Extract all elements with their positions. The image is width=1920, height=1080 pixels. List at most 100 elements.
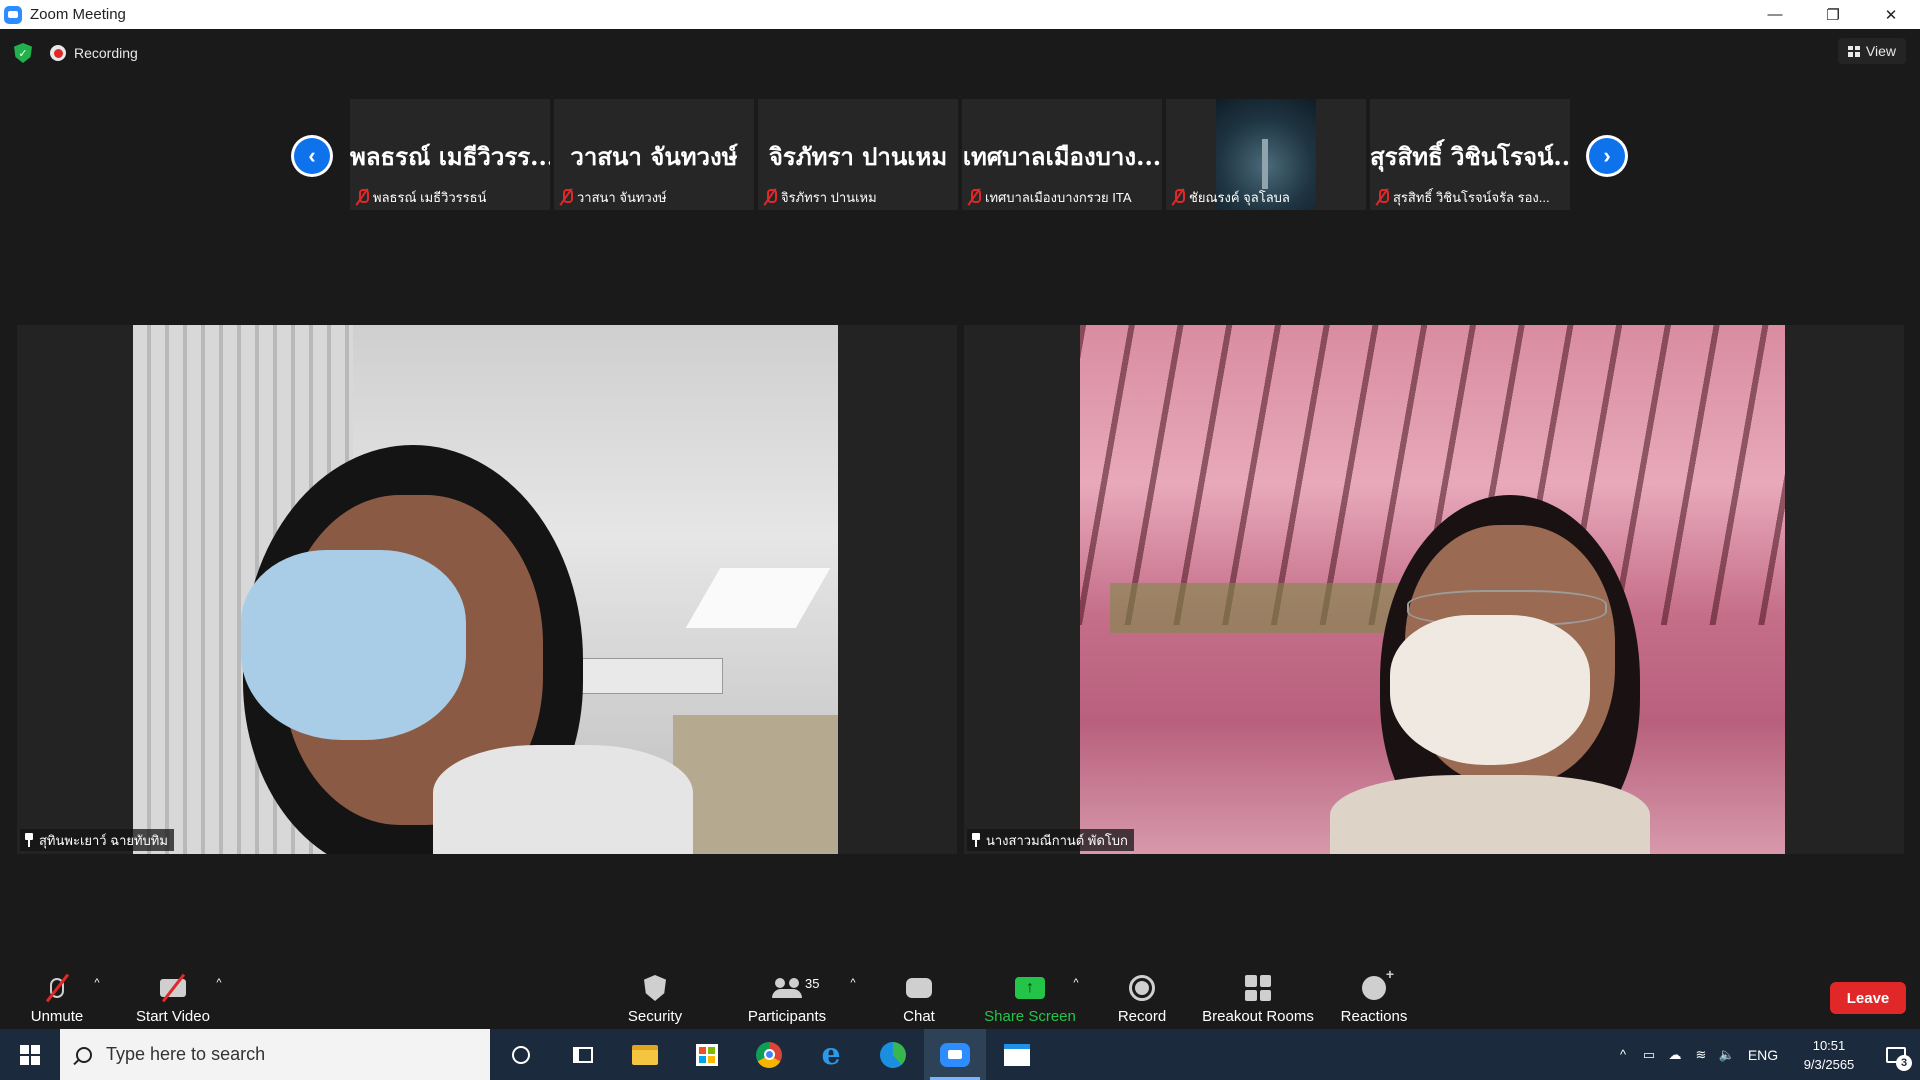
chat-button[interactable]: Chat (864, 972, 974, 1036)
shield-icon (635, 972, 675, 1004)
view-label: View (1865, 43, 1896, 59)
breakout-rooms-label: Breakout Rooms (1202, 1008, 1314, 1025)
thumbnail-caption: พลธรณ์ เมธีวิวรรธน์ (355, 187, 486, 207)
chrome-icon (756, 1041, 782, 1068)
participant-thumbnail[interactable]: พลธรณ์ เมธีวิวรร... พลธรณ์ เมธีวิวรรธน์ (350, 99, 550, 210)
restore-button[interactable]: ❐ (1804, 0, 1862, 29)
view-button[interactable]: View (1837, 38, 1906, 64)
store-icon (696, 1043, 718, 1066)
cortana-circle-icon (512, 1045, 530, 1064)
strip-next-button[interactable]: › (1586, 135, 1628, 177)
windows-logo-icon (20, 1044, 40, 1065)
close-button[interactable]: ✕ (1862, 0, 1920, 29)
thumbnail-caption: วาสนา จันทวงษ์ (559, 187, 667, 207)
edge-button[interactable] (862, 1029, 924, 1080)
start-video-label: Start Video (136, 1008, 210, 1025)
encryption-shield-icon[interactable]: ✓ (14, 43, 32, 63)
participant-thumbnail[interactable]: วาสนา จันทวงษ์ วาสนา จันทวงษ์ (554, 99, 754, 210)
breakout-rooms-button[interactable]: Breakout Rooms (1196, 972, 1320, 1036)
taskbar-search-input[interactable] (106, 1044, 446, 1065)
participant-name-label: นางสาวมณีกานต์ พัดโบก (967, 829, 1134, 851)
thumbnail-display-name: จิรภัทรา ปานเหม (768, 142, 948, 171)
wifi-icon[interactable]: ≋ (1688, 1047, 1714, 1063)
battery-icon[interactable]: ▭ (1636, 1047, 1662, 1063)
participants-icon: 35 (767, 972, 819, 1004)
audio-options-caret[interactable]: ^ (90, 977, 104, 989)
thumbnail-caption: ชัยณรงค์ จุลโลบล (1171, 187, 1290, 207)
mic-muted-icon (763, 189, 777, 205)
clock-date: 9/3/2565 (1803, 1056, 1855, 1072)
participant-thumbnail[interactable]: สุรสิทธิ์ วิชินโรจน์... สุรสิทธิ์ วิชินโ… (1370, 99, 1570, 210)
chevron-right-icon: › (1589, 138, 1625, 174)
system-tray: ^ ▭ ☁ ≋ 🔈 ENG 10:51 9/3/2565 3 (1610, 1029, 1920, 1080)
title-bar: Zoom Meeting — ❐ ✕ (0, 0, 1920, 29)
cortana-button[interactable] (490, 1029, 552, 1080)
camera-off-icon (153, 972, 193, 1004)
onedrive-cloud-icon[interactable]: ☁ (1662, 1047, 1688, 1063)
participant-name-label: สุทินพะเยาว์ ฉายทับทิม (20, 829, 174, 851)
participants-label: Participants (747, 1008, 827, 1025)
volume-icon[interactable]: 🔈 (1714, 1047, 1740, 1063)
thumbnail-caption: เทศบาลเมืองบางกรวย ITA (967, 187, 1132, 207)
clock[interactable]: 10:51 9/3/2565 (1786, 1036, 1872, 1074)
chat-bubble-icon (899, 972, 939, 1004)
microsoft-store-button[interactable] (676, 1029, 738, 1080)
chrome-button[interactable] (738, 1029, 800, 1080)
app-window-icon (1004, 1043, 1030, 1066)
participant-thumbnail[interactable]: จิรภัทรา ปานเหม จิรภัทรา ปานเหม (758, 99, 958, 210)
zoom-app-icon (4, 5, 22, 24)
thumbnail-name: จิรภัทรา ปานเหม (781, 189, 877, 205)
security-button[interactable]: Security (600, 972, 710, 1036)
tray-chevron-icon[interactable]: ^ (1610, 1047, 1636, 1062)
edge-icon (880, 1041, 906, 1068)
leave-button[interactable]: Leave (1830, 982, 1906, 1014)
participant-name: นางสาวมณีกานต์ พัดโบก (986, 832, 1128, 848)
reactions-label: Reactions (1340, 1008, 1408, 1025)
recording-icon (50, 45, 66, 61)
taskbar-search-box[interactable] (60, 1029, 490, 1080)
video-tile[interactable]: สุทินพะเยาว์ ฉายทับทิม (17, 325, 957, 854)
window-controls: — ❐ ✕ (1746, 0, 1920, 29)
mic-muted-icon (355, 189, 369, 205)
reactions-button[interactable]: Reactions (1319, 966, 1429, 1036)
participant-thumbnail[interactable]: เทศบาลเมืองบาง... เทศบาลเมืองบางกรวย ITA (962, 99, 1162, 210)
share-screen-label: Share Screen (984, 1008, 1076, 1025)
internet-explorer-button[interactable]: e (800, 1029, 862, 1080)
window-title: Zoom Meeting (30, 6, 126, 23)
record-button[interactable]: Record (1087, 972, 1197, 1036)
file-explorer-button[interactable] (614, 1029, 676, 1080)
participants-options-caret[interactable]: ^ (846, 977, 860, 989)
thumbnail-name: พลธรณ์ เมธีวิวรรธน์ (373, 189, 487, 205)
action-center-button[interactable]: 3 (1872, 1029, 1920, 1080)
thumbnail-caption: จิรภัทรา ปานเหม (763, 187, 877, 207)
minimize-button[interactable]: — (1746, 0, 1804, 29)
mic-muted-icon (559, 189, 573, 205)
task-view-button[interactable] (552, 1029, 614, 1080)
thumbnail-name: ชัยณรงค์ จุลโลบล (1189, 189, 1290, 205)
participants-count: 35 (805, 976, 820, 991)
participant-thumbnail[interactable]: ชัยณรงค์ จุลโลบล (1166, 99, 1366, 210)
participant-video (133, 325, 838, 854)
pin-icon (971, 833, 981, 847)
zoom-taskbar-button[interactable] (924, 1029, 986, 1080)
meeting-info-bar: ✓ Recording (14, 43, 138, 63)
chat-label: Chat (903, 1008, 935, 1025)
video-tile[interactable]: นางสาวมณีกานต์ พัดโบก (964, 325, 1904, 854)
language-indicator[interactable]: ENG (1740, 1047, 1786, 1063)
unmute-label: Unmute (30, 1008, 84, 1025)
emoji-add-icon (1354, 966, 1394, 1004)
participants-button[interactable]: 35 Participants (732, 972, 842, 1036)
thumbnail-display-name: วาสนา จันทวงษ์ (570, 142, 738, 171)
share-options-caret[interactable]: ^ (1069, 977, 1083, 989)
mic-muted-icon (1171, 189, 1185, 205)
record-label: Record (1117, 1008, 1167, 1025)
record-icon (1122, 972, 1162, 1004)
start-button[interactable] (0, 1029, 60, 1080)
folder-icon (632, 1044, 658, 1065)
participant-name: สุทินพะเยาว์ ฉายทับทิม (39, 832, 168, 848)
meeting-toolbar: Unmute ^ Start Video ^ Security 35 Parti… (0, 934, 1920, 1029)
video-options-caret[interactable]: ^ (212, 977, 226, 989)
strip-prev-button[interactable]: ‹ (291, 135, 333, 177)
window-app-button[interactable] (986, 1029, 1048, 1080)
thumbnail-caption: สุรสิทธิ์ วิชินโรจน์จรัล รอง... (1375, 187, 1550, 207)
